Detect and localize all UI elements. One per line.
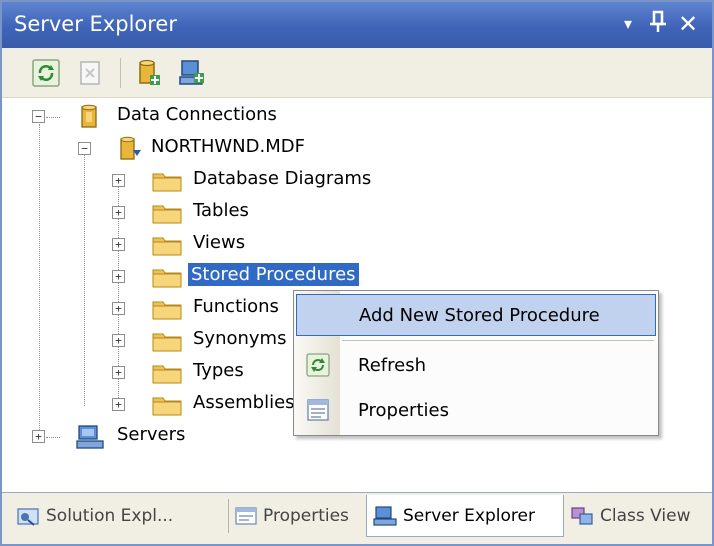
refresh-icon [32, 59, 60, 87]
expand-icon[interactable]: + [112, 398, 125, 411]
solution-explorer-icon [17, 508, 39, 526]
tree-connector-line [39, 124, 40, 438]
node-label: Database Diagrams [193, 168, 372, 189]
connect-to-database-button[interactable] [132, 57, 164, 89]
server-explorer-tree: − Data Connections − NORTHWND.MDF + Data… [2, 98, 712, 490]
tree-connector-line [46, 117, 60, 118]
menu-item-properties[interactable]: Properties [296, 389, 656, 431]
menu-item-label: Properties [358, 399, 449, 421]
folder-icon [152, 205, 182, 224]
tab-label: Class View [600, 506, 691, 526]
window-title: Server Explorer [14, 12, 177, 36]
tab-label: Solution Expl... [46, 506, 174, 526]
node-label: Synonyms [193, 328, 287, 349]
context-menu: Add New Stored Procedure Refresh Propert… [293, 290, 659, 436]
connect-database-icon [139, 59, 160, 85]
expand-icon[interactable]: + [112, 206, 125, 219]
node-label: Functions [193, 296, 279, 317]
window-position-dropdown-icon[interactable]: ▾ [614, 10, 642, 38]
folder-icon [152, 365, 182, 384]
menu-separator [342, 340, 654, 341]
expand-icon[interactable]: + [112, 334, 125, 347]
tab-solution-explorer[interactable]: Solution Expl... [16, 499, 228, 533]
properties-icon [307, 399, 329, 421]
close-icon[interactable]: ✕ [674, 10, 702, 38]
tool-window-tab-bar: Solution Expl... Properties Server Explo… [2, 492, 712, 544]
title-bar[interactable]: Server Explorer ▾ ✕ [2, 2, 712, 48]
tab-label: Properties [263, 506, 349, 526]
node-label: Data Connections [117, 104, 277, 125]
expand-icon[interactable]: + [112, 270, 125, 283]
selected-node-label: Stored Procedures [188, 263, 359, 286]
node-label: Assemblies [193, 392, 295, 413]
server-explorer-icon [373, 505, 397, 526]
data-connections-icon [81, 104, 97, 128]
database-icon [120, 136, 141, 160]
menu-item-refresh[interactable]: Refresh [296, 344, 656, 386]
expand-icon[interactable]: + [112, 366, 125, 379]
properties-icon [235, 507, 257, 525]
expand-icon[interactable]: + [32, 430, 45, 443]
tab-server-explorer[interactable]: Server Explorer [366, 495, 564, 537]
folder-icon [152, 333, 182, 352]
tab-label: Server Explorer [403, 505, 535, 526]
stop-refresh-button[interactable] [74, 57, 106, 89]
collapse-icon[interactable]: − [78, 142, 91, 155]
folder-icon [152, 237, 182, 256]
folder-icon [152, 397, 182, 416]
connect-server-icon [179, 60, 204, 85]
node-label: Types [193, 360, 244, 381]
server-explorer-window: Server Explorer ▾ ✕ − Data Connections −… [0, 0, 714, 546]
auto-hide-pin-icon[interactable] [644, 10, 672, 38]
refresh-button[interactable] [30, 57, 62, 89]
menu-item-label: Refresh [358, 354, 426, 376]
folder-icon [152, 269, 182, 288]
expand-icon[interactable]: + [112, 174, 125, 187]
toolbar [2, 48, 712, 98]
class-view-icon [571, 507, 593, 525]
tab-class-view[interactable]: Class View [564, 499, 712, 533]
node-label: NORTHWND.MDF [151, 136, 305, 157]
expand-icon[interactable]: + [112, 238, 125, 251]
tree-connector-line [84, 154, 85, 406]
collapse-icon[interactable]: − [32, 110, 45, 123]
menu-item-label: Add New Stored Procedure [359, 304, 600, 326]
node-label: Tables [193, 200, 249, 221]
menu-item-add-new-stored-procedure[interactable]: Add New Stored Procedure [296, 294, 656, 336]
servers-icon [76, 425, 104, 449]
refresh-icon [306, 353, 330, 377]
node-label: Views [193, 232, 246, 253]
node-label: Servers [117, 424, 186, 445]
toolbar-separator [120, 58, 121, 88]
folder-icon [152, 173, 182, 192]
tab-properties[interactable]: Properties [228, 499, 366, 533]
folder-icon [152, 301, 182, 320]
connect-to-server-button[interactable] [176, 57, 208, 89]
stop-icon [80, 61, 100, 85]
tree-connector-line [46, 437, 60, 438]
expand-icon[interactable]: + [112, 302, 125, 315]
